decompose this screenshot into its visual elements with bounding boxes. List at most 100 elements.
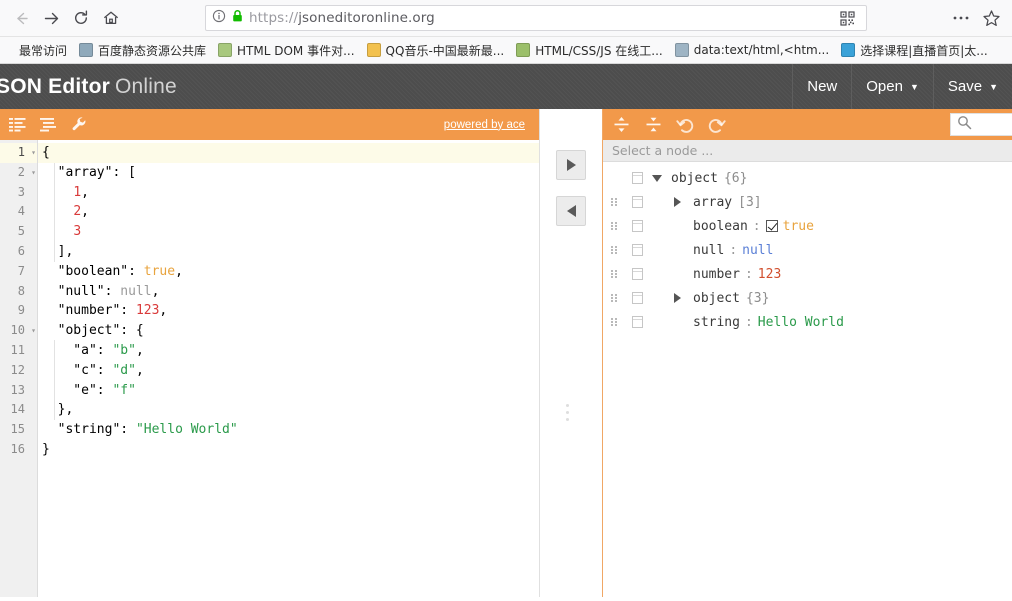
home-icon[interactable] xyxy=(96,4,126,32)
bookmark-item[interactable]: HTML/CSS/JS 在线工... xyxy=(510,40,669,61)
code-line[interactable]: "number": 123, xyxy=(38,301,539,321)
tree-row[interactable]: object {3} xyxy=(603,286,1012,310)
drag-handle-icon[interactable] xyxy=(603,222,625,230)
node-menu-icon[interactable] xyxy=(625,244,649,256)
drag-handle-icon[interactable] xyxy=(603,198,625,206)
code-token: null xyxy=(120,283,152,299)
node-menu-square xyxy=(631,292,643,304)
code-line[interactable]: "string": "Hello World" xyxy=(38,420,539,440)
code-token: , xyxy=(135,362,144,378)
bookmark-item[interactable]: HTML DOM 事件对... xyxy=(212,40,361,61)
chevron-right-icon xyxy=(674,293,681,303)
drag-handle-icon[interactable] xyxy=(603,294,625,302)
tree-row[interactable]: array [3] xyxy=(603,190,1012,214)
tree-node-value[interactable]: 123 xyxy=(758,267,781,282)
code-line[interactable]: } xyxy=(38,440,539,460)
tree-row[interactable]: object {6} xyxy=(603,166,1012,190)
tree-node-field[interactable]: object xyxy=(671,171,718,186)
code-line[interactable]: "object": { xyxy=(38,321,539,341)
tree-row[interactable]: null: null xyxy=(603,238,1012,262)
drag-handle-icon[interactable] xyxy=(603,318,625,326)
star-icon[interactable] xyxy=(976,4,1006,32)
node-menu-icon[interactable] xyxy=(625,196,649,208)
tree-node-field[interactable]: string xyxy=(693,315,740,330)
code-line[interactable]: "e": "f" xyxy=(38,381,539,401)
tree-node-value[interactable]: true xyxy=(783,219,814,234)
compact-json-icon[interactable] xyxy=(6,114,28,136)
drag-handle-icon[interactable] xyxy=(603,270,625,278)
wrench-repair-icon[interactable] xyxy=(68,114,90,136)
format-json-icon[interactable] xyxy=(37,114,59,136)
line-number: 10 ▾ xyxy=(0,321,37,341)
fold-toggle-icon[interactable]: ▾ xyxy=(31,163,36,183)
page-info-icon[interactable] xyxy=(212,9,226,28)
node-menu-icon[interactable] xyxy=(625,220,649,232)
code-line[interactable]: "boolean": true, xyxy=(38,262,539,282)
redo-icon[interactable] xyxy=(707,115,727,135)
code-line[interactable]: "a": "b", xyxy=(38,341,539,361)
code-line[interactable]: }, xyxy=(38,400,539,420)
code-line[interactable]: 2, xyxy=(38,202,539,222)
tree-node-field[interactable]: null xyxy=(693,243,724,258)
tree-search-box[interactable] xyxy=(950,113,1012,136)
code-line[interactable]: ], xyxy=(38,242,539,262)
tree-row[interactable]: boolean: true xyxy=(603,214,1012,238)
node-menu-icon[interactable] xyxy=(625,316,649,328)
bookmark-item[interactable]: 选择课程|直播首页|太... xyxy=(835,40,994,61)
bookmark-item[interactable]: data:text/html,<htm... xyxy=(669,41,835,59)
code-token: : xyxy=(96,342,113,358)
bookmark-item[interactable]: QQ音乐-中国最新最... xyxy=(361,40,511,61)
padlock-icon[interactable] xyxy=(231,9,244,28)
forward-arrow-icon[interactable] xyxy=(36,4,66,32)
reload-icon[interactable] xyxy=(66,4,96,32)
tree-expander-icon[interactable] xyxy=(671,293,693,303)
bookmark-item[interactable]: 最常访问 xyxy=(2,40,73,61)
code-line[interactable]: "array": [ xyxy=(38,163,539,183)
menu-item-open[interactable]: Open ▼ xyxy=(851,64,933,109)
bookmark-item[interactable]: 百度静态资源公共库 xyxy=(73,40,212,61)
node-menu-icon[interactable] xyxy=(625,268,649,280)
code-line[interactable]: "c": "d", xyxy=(38,361,539,381)
tree-expander-icon[interactable] xyxy=(649,174,671,182)
vertical-drag-handle-icon[interactable] xyxy=(564,404,570,421)
boolean-checkbox[interactable] xyxy=(765,220,778,232)
tree-node-field[interactable]: boolean xyxy=(693,219,748,234)
menu-item-save[interactable]: Save ▼ xyxy=(932,64,1012,109)
arrow-left-icon xyxy=(566,205,576,217)
tree-expander-icon[interactable] xyxy=(671,197,693,207)
code-line[interactable]: 3 xyxy=(38,222,539,242)
fold-toggle-icon[interactable]: ▾ xyxy=(31,143,36,163)
qr-code-icon[interactable] xyxy=(834,5,860,31)
node-menu-square xyxy=(631,196,643,208)
collapse-all-icon[interactable] xyxy=(643,115,663,135)
undo-icon[interactable] xyxy=(675,115,695,135)
drag-handle-icon[interactable] xyxy=(603,246,625,254)
code-line[interactable]: { xyxy=(38,143,539,163)
url-text: https://jsoneditoronline.org xyxy=(249,10,435,26)
line-number: 6 xyxy=(17,243,25,258)
address-bar[interactable]: https://jsoneditoronline.org xyxy=(205,5,867,31)
code-editor-area[interactable]: 1 ▾ 2 ▾ 3 4 5 6 7 8 9 10 ▾ 11 12 13 14 15 16 { "array": [ … xyxy=(0,140,539,597)
tree-node-value[interactable]: null xyxy=(742,243,773,258)
powered-by-ace-link[interactable]: powered by ace xyxy=(444,119,533,131)
menu-item-new[interactable]: New xyxy=(792,64,851,109)
code-line[interactable]: 1, xyxy=(38,183,539,203)
fold-toggle-icon[interactable]: ▾ xyxy=(31,321,36,341)
node-menu-icon[interactable] xyxy=(625,172,649,184)
tree-row[interactable]: string: Hello World xyxy=(603,310,1012,334)
tree-node-value[interactable]: Hello World xyxy=(758,315,844,330)
transfer-to-tree-button[interactable] xyxy=(556,150,586,180)
tree-node-field[interactable]: array xyxy=(693,195,732,210)
tree-row[interactable]: number:123 xyxy=(603,262,1012,286)
back-arrow-icon[interactable] xyxy=(6,4,36,32)
node-menu-icon[interactable] xyxy=(625,292,649,304)
ellipsis-menu-icon[interactable] xyxy=(946,4,976,32)
tree-node-field[interactable]: object xyxy=(693,291,740,306)
code-lines[interactable]: { "array": [ 1, 2, 3 ], "boolean": true,… xyxy=(38,140,539,597)
tree-node-field[interactable]: number xyxy=(693,267,740,282)
node-path-bar[interactable]: Select a node ... xyxy=(603,140,1012,162)
transfer-to-code-button[interactable] xyxy=(556,196,586,226)
expand-all-icon[interactable] xyxy=(611,115,631,135)
code-line[interactable]: "null": null, xyxy=(38,282,539,302)
